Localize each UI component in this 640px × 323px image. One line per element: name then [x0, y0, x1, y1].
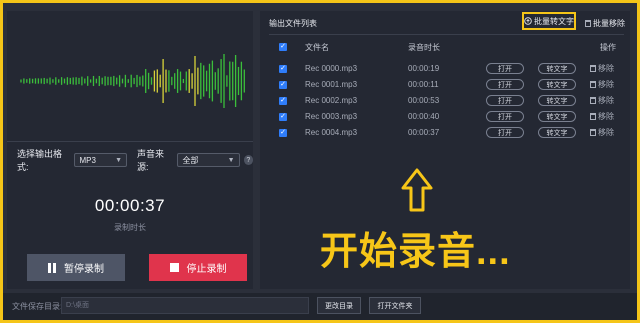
file-name: Rec 0001.mp3 [305, 80, 358, 89]
file-duration: 00:00:37 [408, 128, 440, 137]
table-row: ✓ Rec 0003.mp3 00:00:40 打开 转文字 移除 [260, 109, 630, 125]
convert-text-button[interactable]: 转文字 [538, 79, 576, 90]
file-name: Rec 0004.mp3 [305, 128, 358, 137]
options-row: 选择输出格式: MP3 ▼ 声音来源: 全部 ▼ ? [17, 147, 253, 173]
file-duration: 00:00:53 [408, 96, 440, 105]
stop-label: 停止录制 [186, 264, 227, 275]
panel-title: 输出文件列表 [269, 19, 317, 28]
remove-label: 移除 [598, 80, 614, 89]
file-name: Rec 0003.mp3 [305, 112, 358, 121]
format-label: 选择输出格式: [17, 149, 63, 172]
batch-remove-label: 批量移除 [593, 19, 625, 28]
open-file-button[interactable]: 打开 [486, 111, 524, 122]
trash-icon [590, 65, 596, 72]
batch-remove-button[interactable]: 批量移除 [585, 18, 625, 29]
convert-icon [524, 17, 532, 25]
chevron-down-icon: ▼ [227, 156, 235, 164]
recording-timer: 00:00:37 [94, 196, 166, 215]
change-directory-button[interactable]: 更改目录 [317, 297, 361, 314]
recording-panel: 选择输出格式: MP3 ▼ 声音来源: 全部 ▼ ? 00:00:37 录制时长… [7, 11, 253, 289]
remove-file-button[interactable]: 移除 [590, 61, 614, 77]
remove-label: 移除 [598, 112, 614, 121]
overlay-caption: 开始录音... [320, 231, 511, 273]
output-file-panel: 输出文件列表 批量转文字 批量移除 ✓ 文件名 录音时长 操作 ✓ Rec 000… [260, 11, 630, 289]
save-dir-label: 文件保存目录: [12, 302, 63, 311]
save-directory-bar: 文件保存目录: D:\桌面 更改目录 打开文件夹 [3, 293, 637, 320]
remove-label: 移除 [598, 128, 614, 137]
table-divider [269, 34, 624, 35]
batch-convert-label: 批量转文字 [534, 16, 574, 26]
select-all-checkbox[interactable]: ✓ [279, 43, 287, 51]
up-arrow-icon [401, 168, 433, 212]
pause-label: 暂停录制 [64, 264, 104, 275]
recorder-app: 选择输出格式: MP3 ▼ 声音来源: 全部 ▼ ? 00:00:37 录制时长… [3, 3, 637, 320]
batch-convert-button[interactable]: 批量转文字 [522, 12, 576, 30]
format-value: MP3 [79, 155, 96, 165]
open-file-button[interactable]: 打开 [486, 63, 524, 74]
trash-icon [590, 129, 596, 136]
stop-icon [169, 263, 179, 272]
table-row: ✓ Rec 0002.mp3 00:00:53 打开 转文字 移除 [260, 93, 630, 109]
trash-icon [590, 113, 596, 120]
help-icon[interactable]: ? [243, 155, 253, 165]
chevron-down-icon: ▼ [115, 156, 123, 164]
open-file-button[interactable]: 打开 [486, 79, 524, 90]
trash-icon [590, 97, 596, 104]
row-checkbox[interactable]: ✓ [279, 129, 287, 137]
open-file-button[interactable]: 打开 [486, 95, 524, 106]
trash-icon [585, 20, 591, 27]
header-duration: 录音时长 [408, 43, 440, 52]
file-duration: 00:00:40 [408, 112, 440, 121]
pause-icon [48, 262, 56, 273]
timer-label: 录制时长 [114, 223, 146, 232]
file-name: Rec 0002.mp3 [305, 96, 358, 105]
convert-text-button[interactable]: 转文字 [538, 63, 576, 74]
file-duration: 00:00:19 [408, 64, 440, 73]
remove-file-button[interactable]: 移除 [590, 125, 614, 141]
convert-text-button[interactable]: 转文字 [538, 111, 576, 122]
open-folder-button[interactable]: 打开文件夹 [369, 297, 421, 314]
trash-icon [590, 81, 596, 88]
table-row: ✓ Rec 0000.mp3 00:00:19 打开 转文字 移除 [260, 61, 630, 77]
remove-file-button[interactable]: 移除 [590, 93, 614, 109]
stop-recording-button[interactable]: 停止录制 [149, 254, 247, 281]
table-row: ✓ Rec 0004.mp3 00:00:37 打开 转文字 移除 [260, 125, 630, 141]
table-row: ✓ Rec 0001.mp3 00:00:11 打开 转文字 移除 [260, 77, 630, 93]
divider [7, 141, 253, 142]
row-checkbox[interactable]: ✓ [279, 65, 287, 73]
open-file-button[interactable]: 打开 [486, 127, 524, 138]
source-label: 声音来源: [137, 149, 165, 172]
remove-file-button[interactable]: 移除 [590, 77, 614, 93]
header-action: 操作 [600, 43, 616, 52]
save-dir-input[interactable]: D:\桌面 [61, 297, 309, 314]
row-checkbox[interactable]: ✓ [279, 113, 287, 121]
file-duration: 00:00:11 [408, 80, 439, 89]
source-value: 全部 [182, 155, 199, 165]
file-name: Rec 0000.mp3 [305, 64, 358, 73]
remove-file-button[interactable]: 移除 [590, 109, 614, 125]
header-filename: 文件名 [305, 43, 329, 52]
remove-label: 移除 [598, 96, 614, 105]
remove-label: 移除 [598, 64, 614, 73]
pause-recording-button[interactable]: 暂停录制 [27, 254, 125, 281]
convert-text-button[interactable]: 转文字 [538, 95, 576, 106]
row-checkbox[interactable]: ✓ [279, 81, 287, 89]
source-select[interactable]: 全部 ▼ [177, 153, 240, 167]
audio-waveform [20, 54, 245, 108]
format-select[interactable]: MP3 ▼ [74, 153, 128, 167]
convert-text-button[interactable]: 转文字 [538, 127, 576, 138]
row-checkbox[interactable]: ✓ [279, 97, 287, 105]
